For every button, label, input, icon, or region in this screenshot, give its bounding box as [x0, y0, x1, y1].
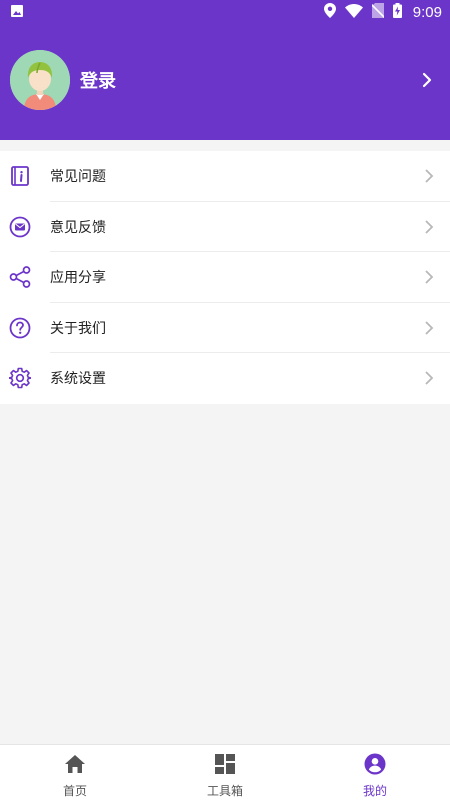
- chevron-right-icon[interactable]: [418, 70, 436, 90]
- bottom-navigation: 首页 工具箱 我的: [0, 744, 450, 800]
- menu-item-label: 常见问题: [50, 169, 106, 186]
- question-circle-icon: [9, 317, 31, 339]
- profile-icon: [364, 753, 386, 779]
- menu-item-share[interactable]: 应用分享: [0, 252, 450, 303]
- settings-menu: 常见问题 意见反馈 应用分享 关于我们 系统设置: [0, 151, 450, 404]
- chevron-right-icon: [424, 370, 434, 386]
- menu-item-label: 系统设置: [50, 371, 106, 388]
- feedback-mail-icon: [9, 216, 31, 238]
- menu-item-label: 关于我们: [50, 320, 106, 337]
- nav-tab-toolbox[interactable]: 工具箱: [150, 745, 300, 800]
- faq-book-icon: [9, 165, 31, 187]
- nav-tab-mine[interactable]: 我的: [300, 745, 450, 800]
- avatar-icon[interactable]: [10, 50, 70, 110]
- home-icon: [64, 753, 86, 779]
- chevron-right-icon: [424, 269, 434, 285]
- status-bar: 9:09: [0, 0, 450, 24]
- battery-charging-icon: [392, 2, 402, 22]
- menu-item-label: 意见反馈: [50, 219, 106, 236]
- menu-item-faq[interactable]: 常见问题: [0, 151, 450, 202]
- no-sim-icon: [370, 2, 386, 22]
- menu-item-label: 应用分享: [50, 270, 106, 287]
- share-icon: [9, 266, 31, 289]
- menu-item-feedback[interactable]: 意见反馈: [0, 202, 450, 252]
- gear-icon: [8, 367, 32, 389]
- toolbox-grid-icon: [214, 753, 236, 779]
- image-icon: [10, 3, 24, 22]
- profile-header: 9:09 登录: [0, 0, 450, 140]
- wifi-icon: [344, 3, 363, 22]
- nav-label: 工具箱: [206, 784, 243, 798]
- location-icon: [323, 2, 336, 22]
- chevron-right-icon: [424, 219, 434, 235]
- chevron-right-icon: [424, 320, 434, 336]
- chevron-right-icon: [424, 168, 434, 184]
- nav-tab-home[interactable]: 首页: [0, 745, 150, 800]
- login-row[interactable]: 登录: [10, 50, 440, 110]
- nav-label: 首页: [62, 784, 87, 798]
- nav-label: 我的: [362, 784, 387, 798]
- login-label[interactable]: 登录: [80, 67, 116, 93]
- menu-item-settings[interactable]: 系统设置: [0, 353, 450, 404]
- menu-item-about[interactable]: 关于我们: [0, 303, 450, 353]
- clock: 9:09: [412, 3, 442, 21]
